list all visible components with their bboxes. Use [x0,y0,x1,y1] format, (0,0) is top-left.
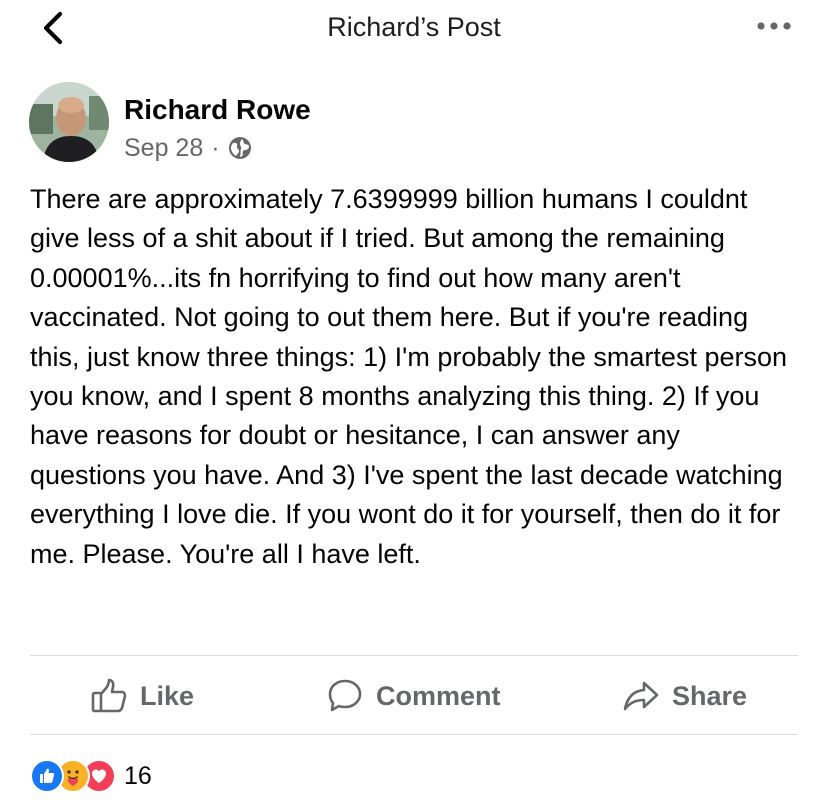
share-label: Share [672,680,748,711]
post-meta: Sep 28 · [124,133,253,163]
avatar-image [29,82,109,162]
globe-icon[interactable] [227,135,253,161]
reactions-summary[interactable]: 16 [30,757,152,795]
page-title: Richard’s Post [327,12,501,42]
comment-icon [328,679,362,712]
share-icon [623,681,659,711]
comment-label: Comment [376,680,501,711]
more-horizontal-icon [757,22,791,30]
meta-separator: · [211,133,220,162]
divider [30,734,798,735]
top-bar: Richard’s Post [0,0,828,56]
author-name[interactable]: Richard Rowe [124,94,311,126]
like-reaction-icon [30,759,64,793]
post-text: There are approximately 7.6399999 billio… [30,184,788,569]
reaction-count: 16 [124,761,152,790]
thumbs-up-icon [91,678,127,713]
share-button[interactable]: Share [622,676,747,716]
comment-button[interactable]: Comment [326,676,501,716]
like-button[interactable]: Like [90,676,194,716]
more-options-button[interactable] [754,16,794,36]
post-date[interactable]: Sep 28 [124,134,203,163]
avatar[interactable] [29,82,109,162]
post-actions: Like Comment Share [30,656,798,734]
like-label: Like [140,680,195,711]
